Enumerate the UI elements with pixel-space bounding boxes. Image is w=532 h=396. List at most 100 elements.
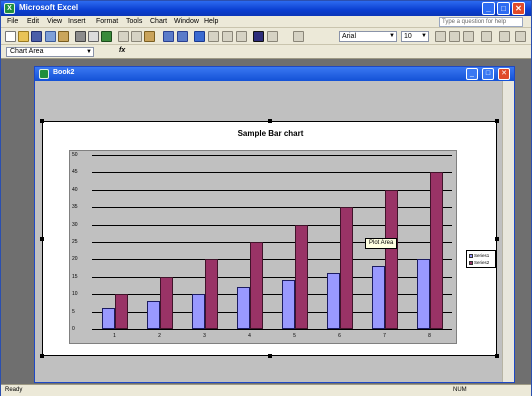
undo-icon[interactable] — [163, 31, 174, 42]
y-tick-label: 0 — [72, 326, 75, 332]
menu-insert[interactable]: Insert — [68, 18, 86, 25]
drawing-icon[interactable] — [267, 31, 278, 42]
font-name-select[interactable]: Arial ▼ — [339, 31, 397, 42]
resize-handle[interactable] — [40, 237, 44, 241]
cut-icon[interactable] — [118, 31, 129, 42]
redo-icon[interactable] — [177, 31, 188, 42]
menu-format[interactable]: Format — [96, 18, 118, 25]
font-size-select[interactable]: 10 ▼ — [401, 31, 429, 42]
chevron-down-icon: ▼ — [389, 33, 395, 39]
bar-series1-cat3[interactable] — [191, 294, 205, 329]
resize-handle[interactable] — [40, 119, 44, 123]
gridline — [92, 224, 452, 226]
bar-series1-cat4[interactable] — [236, 287, 250, 329]
excel-app-icon[interactable]: X — [4, 3, 15, 14]
workbook-maximize-button[interactable]: □ — [482, 68, 494, 80]
autosum-icon[interactable] — [208, 31, 219, 42]
copy-icon[interactable] — [131, 31, 142, 42]
chart-area[interactable]: Sample Bar chart 0 5 10 15 20 25 30 35 40 45 50 1 2 3… — [40, 119, 499, 358]
sort-ascending-icon[interactable] — [222, 31, 233, 42]
chart-legend[interactable]: Series1 Series2 — [466, 250, 496, 268]
bar-series2-cat5[interactable] — [294, 224, 308, 329]
resize-handle[interactable] — [268, 354, 272, 358]
workbook-minimize-button[interactable]: _ — [466, 68, 478, 80]
toolbar-options-icon[interactable] — [515, 31, 526, 42]
gridline — [92, 172, 452, 174]
borders-icon[interactable] — [499, 31, 510, 42]
bar-series2-cat8[interactable] — [429, 172, 443, 329]
maximize-button[interactable]: □ — [497, 2, 510, 15]
y-tick-label: 45 — [72, 169, 78, 176]
menu-tools[interactable]: Tools — [126, 18, 142, 25]
bar-series2-cat7[interactable] — [384, 189, 398, 329]
permission-icon[interactable] — [45, 31, 56, 42]
print-icon[interactable] — [75, 31, 86, 42]
y-tick-label: 50 — [72, 152, 78, 158]
bar-series2-cat4[interactable] — [249, 242, 263, 329]
gridline — [92, 329, 452, 330]
font-size-value: 10 — [404, 33, 412, 40]
align-icon[interactable] — [481, 31, 492, 42]
bold-icon[interactable] — [435, 31, 446, 42]
bar-series1-cat8[interactable] — [416, 259, 430, 329]
x-tick-label: 7 — [383, 333, 386, 339]
workbook-close-button[interactable]: ✕ — [498, 68, 510, 80]
x-tick-label: 1 — [113, 333, 116, 339]
function-icon[interactable]: fx — [119, 47, 125, 54]
menu-window[interactable]: Window — [174, 18, 199, 25]
formula-bar: Chart Area ▼ fx — [1, 45, 531, 59]
help-icon[interactable] — [293, 31, 304, 42]
resize-handle[interactable] — [495, 237, 499, 241]
bar-series2-cat6[interactable] — [339, 207, 353, 329]
status-bar: Ready NUM — [1, 384, 531, 396]
sort-descending-icon[interactable] — [236, 31, 247, 42]
chevron-down-icon: ▼ — [421, 33, 427, 39]
bar-series1-cat2[interactable] — [146, 301, 160, 329]
open-icon[interactable] — [18, 31, 29, 42]
resize-handle[interactable] — [40, 354, 44, 358]
gridline — [92, 155, 452, 156]
resize-handle[interactable] — [495, 354, 499, 358]
bar-series1-cat5[interactable] — [281, 280, 295, 329]
bar-series2-cat2[interactable] — [159, 276, 173, 329]
help-search-input[interactable]: Type a question for help — [439, 17, 523, 27]
bar-series1-cat7[interactable] — [371, 266, 385, 329]
chart-wizard-icon[interactable] — [253, 31, 264, 42]
menu-chart[interactable]: Chart — [150, 18, 167, 25]
app-title: Microsoft Excel — [19, 3, 79, 12]
menu-file[interactable]: File — [7, 18, 18, 25]
gridline — [92, 259, 452, 261]
workbook-icon[interactable] — [39, 69, 49, 79]
x-tick-label: 3 — [203, 333, 206, 339]
bar-series1-cat1[interactable] — [101, 308, 115, 329]
minimize-button[interactable]: _ — [482, 2, 495, 15]
name-box[interactable]: Chart Area ▼ — [6, 47, 94, 57]
vertical-scrollbar[interactable] — [502, 81, 514, 382]
save-icon[interactable] — [31, 31, 42, 42]
legend-swatch — [469, 260, 473, 265]
menu-view[interactable]: View — [47, 18, 62, 25]
hyperlink-icon[interactable] — [194, 31, 205, 42]
chart-title[interactable]: Sample Bar chart — [43, 129, 498, 138]
menu-edit[interactable]: Edit — [27, 18, 39, 25]
close-button[interactable]: ✕ — [512, 2, 525, 15]
resize-handle[interactable] — [495, 119, 499, 123]
spelling-icon[interactable] — [101, 31, 112, 42]
print-preview-icon[interactable] — [88, 31, 99, 42]
italic-icon[interactable] — [449, 31, 460, 42]
underline-icon[interactable] — [463, 31, 474, 42]
bar-series2-cat3[interactable] — [204, 259, 218, 329]
standard-toolbar: Arial ▼ 10 ▼ — [1, 28, 531, 45]
resize-handle[interactable] — [268, 119, 272, 123]
y-tick-label: 10 — [72, 291, 78, 298]
menu-help[interactable]: Help — [204, 18, 218, 25]
new-icon[interactable] — [5, 31, 16, 42]
email-icon[interactable] — [58, 31, 69, 42]
y-tick-label: 25 — [72, 239, 78, 245]
plot-area[interactable]: 0 5 10 15 20 25 30 35 40 45 50 1 2 3 4 5 6 7 8 — [69, 150, 457, 344]
x-tick-label: 2 — [158, 333, 161, 339]
bar-series1-cat6[interactable] — [326, 273, 340, 329]
bar-series2-cat1[interactable] — [114, 294, 128, 329]
chevron-down-icon: ▼ — [86, 49, 92, 55]
paste-icon[interactable] — [144, 31, 155, 42]
